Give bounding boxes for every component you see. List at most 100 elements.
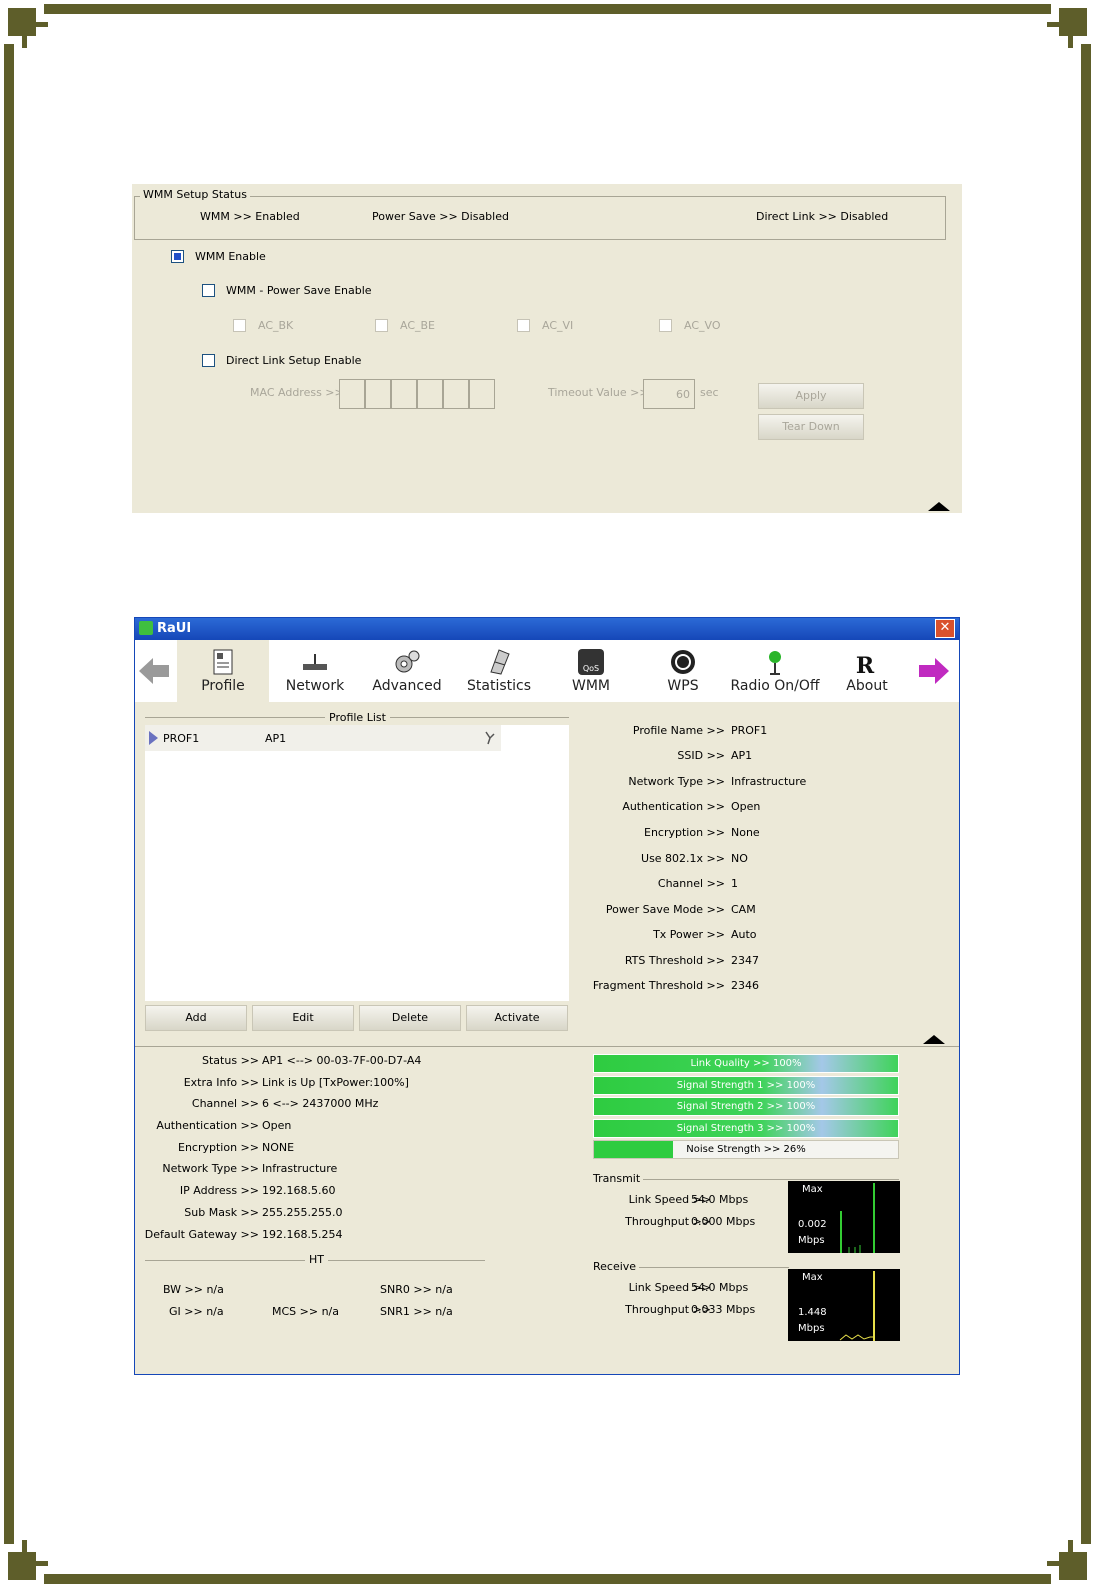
wps-icon bbox=[671, 650, 695, 674]
status-label: Extra Info >> bbox=[183, 1076, 259, 1089]
ac-vo-label: AC_VO bbox=[684, 319, 721, 332]
profile-icon bbox=[213, 649, 233, 675]
tab-advanced-label: Advanced bbox=[372, 678, 442, 694]
mac-octet-field[interactable] bbox=[339, 379, 365, 409]
detail-label: Tx Power >> bbox=[653, 928, 725, 941]
status-label: Network Type >> bbox=[162, 1162, 259, 1175]
collapse-arrow-icon[interactable] bbox=[928, 502, 950, 511]
ht-mcs: MCS >> n/a bbox=[272, 1305, 339, 1318]
status-label: Channel >> bbox=[191, 1097, 259, 1110]
ac-bk-checkbox[interactable] bbox=[233, 319, 246, 332]
mac-octet-field[interactable] bbox=[417, 379, 443, 409]
profile-list-legend: Profile List bbox=[325, 711, 390, 724]
status-value: Infrastructure bbox=[262, 1162, 338, 1175]
back-arrow-icon[interactable] bbox=[139, 658, 169, 684]
signal-bar-label: Noise Strength >> 26% bbox=[686, 1144, 806, 1155]
signal-bar-label: Signal Strength 3 >> 100% bbox=[676, 1122, 816, 1134]
wmm-enable-checkbox[interactable] bbox=[171, 250, 184, 263]
detail-label: SSID >> bbox=[677, 749, 725, 762]
svg-text:R: R bbox=[856, 653, 875, 676]
mac-octet-field[interactable] bbox=[443, 379, 469, 409]
profile-list: PROF1 AP1 bbox=[145, 725, 569, 1001]
status-value: NONE bbox=[262, 1141, 295, 1154]
tx-link-speed: 54.0 Mbps bbox=[691, 1193, 749, 1206]
apply-button[interactable]: Apply bbox=[758, 383, 864, 409]
detail-value: Infrastructure bbox=[731, 775, 807, 788]
mac-octet-field[interactable] bbox=[365, 379, 391, 409]
section-divider bbox=[135, 1046, 959, 1047]
selected-arrow-icon bbox=[149, 731, 158, 745]
toolbar: Profile Network Advanced Statistics QoS … bbox=[135, 640, 959, 702]
ac-be-checkbox[interactable] bbox=[375, 319, 388, 332]
receive-legend: Receive bbox=[593, 1260, 637, 1273]
delete-button[interactable]: Delete bbox=[359, 1005, 461, 1031]
collapse-arrow-icon[interactable] bbox=[923, 1035, 945, 1044]
tab-wps[interactable]: WPS bbox=[637, 640, 729, 702]
status-value: 6 <--> 2437000 MHz bbox=[262, 1097, 379, 1110]
tx-throughput: 0.000 Mbps bbox=[691, 1215, 756, 1228]
tab-advanced[interactable]: Advanced bbox=[361, 640, 453, 702]
status-value: Link is Up [TxPower:100%] bbox=[262, 1076, 409, 1089]
signal-bar-label: Signal Strength 2 >> 100% bbox=[676, 1101, 816, 1112]
wmm-status: WMM >> Enabled bbox=[200, 210, 300, 223]
svg-text:QoS: QoS bbox=[583, 664, 599, 673]
ac-vi-checkbox[interactable] bbox=[517, 319, 530, 332]
rx-graph: Max 1.448 Mbps bbox=[788, 1269, 900, 1341]
tab-statistics-label: Statistics bbox=[467, 678, 531, 694]
wmm-enable-label: WMM Enable bbox=[195, 250, 266, 263]
router-icon bbox=[303, 654, 327, 670]
rx-graph-lines bbox=[839, 1271, 875, 1341]
transmit-legend: Transmit bbox=[593, 1172, 641, 1185]
tab-wps-label: WPS bbox=[667, 678, 699, 694]
profile-row[interactable]: PROF1 AP1 bbox=[145, 725, 501, 751]
detail-label: Profile Name >> bbox=[632, 724, 725, 737]
tx-graph: Max 0.002 Mbps bbox=[788, 1181, 900, 1253]
wmm-setup-panel: WMM Setup Status WMM >> Enabled Power Sa… bbox=[132, 184, 962, 513]
app-icon bbox=[139, 621, 153, 635]
ac-vo-checkbox[interactable] bbox=[659, 319, 672, 332]
close-button[interactable]: ✕ bbox=[935, 619, 955, 638]
mac-address-label: MAC Address >> bbox=[250, 386, 344, 399]
tab-network-label: Network bbox=[285, 678, 345, 694]
mac-octet-field[interactable] bbox=[391, 379, 417, 409]
direct-link-enable-label: Direct Link Setup Enable bbox=[226, 354, 362, 367]
signal-strength-bar: Signal Strength 3 >> 100% bbox=[593, 1118, 899, 1138]
ht-legend: HT bbox=[305, 1253, 328, 1266]
tab-about[interactable]: R About bbox=[821, 640, 913, 702]
frame-top bbox=[44, 4, 1051, 14]
direct-link-enable-checkbox[interactable] bbox=[202, 354, 215, 367]
detail-value: Open bbox=[731, 800, 761, 813]
frame-accent bbox=[22, 22, 27, 48]
qos-icon: QoS bbox=[578, 649, 604, 675]
signal-bar-label: Link Quality >> 100% bbox=[690, 1058, 802, 1069]
frame-accent bbox=[1068, 22, 1073, 48]
raui-window: RaUI ✕ Profile Network Advanced Statisti… bbox=[134, 617, 960, 1375]
tab-profile[interactable]: Profile bbox=[177, 640, 269, 702]
edit-button[interactable]: Edit bbox=[252, 1005, 354, 1031]
detail-value: 1 bbox=[731, 877, 738, 890]
activate-button[interactable]: Activate bbox=[466, 1005, 568, 1031]
tab-statistics[interactable]: Statistics bbox=[453, 640, 545, 702]
add-button[interactable]: Add bbox=[145, 1005, 247, 1031]
detail-label: Fragment Threshold >> bbox=[592, 979, 725, 992]
power-save-enable-label: WMM - Power Save Enable bbox=[226, 284, 372, 297]
status-label: Authentication >> bbox=[156, 1119, 259, 1132]
timeout-unit: sec bbox=[700, 386, 719, 399]
tab-wmm-label: WMM bbox=[571, 678, 610, 694]
tx-throughput-label: Throughput >> bbox=[625, 1215, 711, 1228]
link-quality-bar: Link Quality >> 100% bbox=[593, 1054, 899, 1073]
power-save-status: Power Save >> Disabled bbox=[372, 210, 509, 223]
forward-arrow-icon[interactable] bbox=[919, 658, 949, 684]
ht-bw: BW >> n/a bbox=[163, 1283, 224, 1296]
tab-radio[interactable]: Radio On/Off bbox=[729, 640, 821, 702]
profile-name: PROF1 bbox=[163, 732, 200, 745]
tab-network[interactable]: Network bbox=[269, 640, 361, 702]
tab-wmm[interactable]: QoS WMM bbox=[545, 640, 637, 702]
rx-throughput: 0.033 Mbps bbox=[691, 1303, 756, 1316]
mac-octet-field[interactable] bbox=[469, 379, 495, 409]
power-save-enable-checkbox[interactable] bbox=[202, 284, 215, 297]
transmit-rule bbox=[643, 1179, 899, 1180]
timeout-field[interactable]: 60 bbox=[643, 379, 695, 409]
window-title: RaUI bbox=[157, 621, 192, 636]
tear-down-button[interactable]: Tear Down bbox=[758, 414, 864, 440]
